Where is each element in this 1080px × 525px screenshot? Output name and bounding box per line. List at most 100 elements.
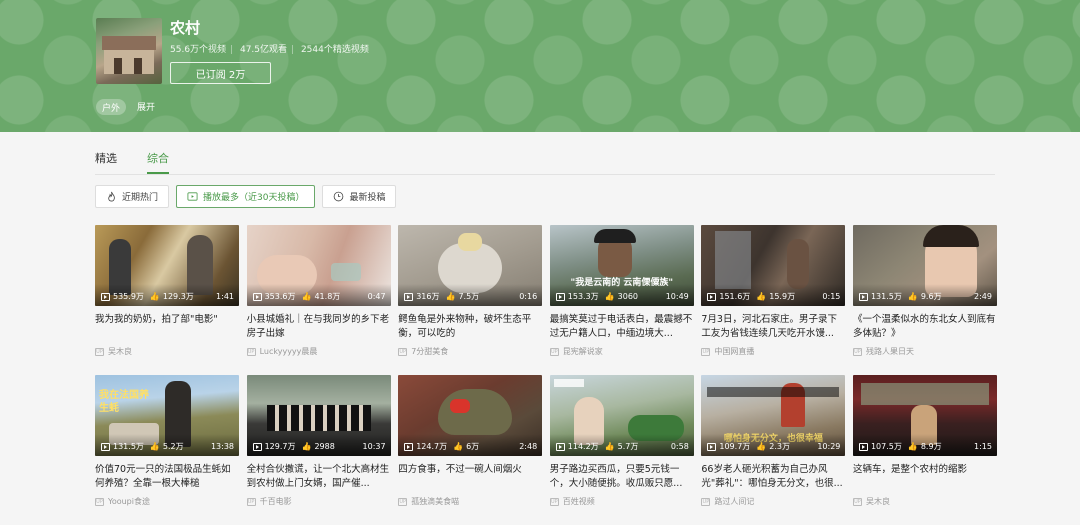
video-thumbnail[interactable]: 316万 👍 7.5万 0:16 xyxy=(398,225,543,306)
video-card[interactable]: 114.2万 👍 5.7万 0:58 男子路边买西瓜，只要5元钱一个，大小随便挑。收瓜… xyxy=(549,375,694,525)
author-name: 7分甜美食 xyxy=(411,347,449,356)
video-card[interactable]: 129.7万 👍 2988 10:37 全村合伙撒谎，让一个北大高材生到农村做上门女婿… xyxy=(246,375,391,525)
video-thumbnail[interactable]: 535.9万 👍 129.3万 1:41 xyxy=(95,225,239,306)
video-thumbnail[interactable]: "我是云南的 云南傈僳族" 153.3万 👍 3060 10:49 xyxy=(549,225,694,306)
play-count-icon xyxy=(555,442,565,451)
video-author[interactable]: UP 残路人果日天 xyxy=(852,346,997,357)
filter-recent-hot[interactable]: 近期热门 xyxy=(95,185,170,208)
duration: 1:15 xyxy=(974,442,992,451)
video-card[interactable]: 哪怕身无分文，也很幸福 109.7万👍2.3万10:29 66岁老人砸光积蓄为自… xyxy=(701,375,846,525)
video-card[interactable]: 535.9万 👍 129.3万 1:41 我为我的奶奶，拍了部"电影" UP 吴木良 xyxy=(95,225,239,375)
video-author[interactable]: UP Yooupi食途 xyxy=(95,496,239,507)
video-count: 55.6万个视频 xyxy=(170,45,227,55)
video-author[interactable]: UP 昆宪解说家 xyxy=(549,346,694,357)
like-count: 3060 xyxy=(617,292,639,301)
video-card[interactable]: 151.6万 👍 15.9万 0:15 7月3日，河北石家庄。男子录下工友为省钱连续几… xyxy=(701,225,846,375)
video-author[interactable]: UP 7分甜美食 xyxy=(398,346,542,357)
video-grid: 535.9万 👍 129.3万 1:41 我为我的奶奶，拍了部"电影" UP 吴木良 3… xyxy=(95,225,998,525)
play-count-icon xyxy=(707,442,717,451)
video-card[interactable]: 107.5万 👍 8.9万 1:15 这辆车，是整个农村的缩影 UP 吴木良 xyxy=(852,375,997,525)
subscribe-button[interactable]: 已订阅 2万 xyxy=(170,62,271,84)
view-count: 151.6万 xyxy=(719,292,751,301)
video-title[interactable]: 7月3日，河北石家庄。男子录下工友为省钱连续几天吃开水馒... xyxy=(701,313,845,341)
video-author[interactable]: UP Luckyyyyy晨晨 xyxy=(246,346,391,357)
video-title[interactable]: 价值70元一只的法国极品生蚝如何养殖？全靠一根大棒槌 xyxy=(95,463,239,491)
uploader-icon: UP xyxy=(701,347,711,356)
filter-label: 近期热门 xyxy=(122,193,159,203)
duration: 0:47 xyxy=(367,292,386,301)
video-title[interactable]: 最搞笑莫过于电话表白，最震撼不过无户籍人口，中缅边境大... xyxy=(550,313,694,341)
video-card[interactable]: 353.6万 👍 41.8万 0:47 小县城婚礼｜在与我同岁的乡下老房子出嫁 UP L… xyxy=(246,225,391,375)
like-count: 9.6万 xyxy=(920,292,942,301)
video-author[interactable]: UP 千百电影 xyxy=(246,496,391,507)
video-title[interactable]: 四方食事，不过一碗人间烟火 xyxy=(398,463,542,491)
video-title[interactable]: 小县城婚礼｜在与我同岁的乡下老房子出嫁 xyxy=(247,313,391,341)
header-pattern-secondary xyxy=(0,0,1080,132)
clock-icon xyxy=(334,191,344,202)
view-count: 353.6万 xyxy=(264,292,296,301)
tab-featured[interactable]: 精选 xyxy=(95,150,117,174)
tab-bar: 精选 综合 xyxy=(95,150,169,174)
view-count: 107.5万 xyxy=(870,442,902,451)
video-card[interactable]: 316万 👍 7.5万 0:16 鳄鱼龟是外来物种，破坏生态平衡，可以吃的 UP 7分甜… xyxy=(398,225,543,375)
tab-divider xyxy=(95,174,995,175)
play-count-icon xyxy=(707,292,717,301)
play-box-icon xyxy=(187,192,198,201)
view-count: 114.2万 xyxy=(567,442,599,451)
video-thumbnail[interactable]: 131.5万 👍 9.6万 2:49 xyxy=(852,225,997,306)
thumbs-up-icon: 👍 xyxy=(149,442,160,451)
filter-latest[interactable]: 最新投稿 xyxy=(322,185,397,208)
like-count: 41.8万 xyxy=(314,292,341,301)
video-title[interactable]: 《一个温柔似水的东北女人到底有多体贴？》 xyxy=(853,313,997,341)
video-thumbnail[interactable]: 151.6万 👍 15.9万 0:15 xyxy=(701,225,846,306)
duration: 10:37 xyxy=(362,442,386,451)
video-author[interactable]: UP 吴木良 xyxy=(95,346,239,357)
author-name: Luckyyyyy晨晨 xyxy=(259,347,318,356)
video-card[interactable]: 131.5万 👍 9.6万 2:49 《一个温柔似水的东北女人到底有多体贴？》 UP 残… xyxy=(852,225,997,375)
uploader-icon: UP xyxy=(852,497,862,506)
duration: 13:38 xyxy=(210,442,234,451)
like-count: 2.3万 xyxy=(769,442,790,451)
thumbs-up-icon: 👍 xyxy=(149,292,160,301)
duration: 0:15 xyxy=(822,292,841,301)
play-count-icon xyxy=(252,292,262,301)
view-count: 153.3万 xyxy=(567,292,599,301)
author-name: 残路人果日天 xyxy=(865,347,914,356)
video-card[interactable]: "我是云南的 云南傈僳族" 153.3万 👍 3060 10:49 最搞笑莫过于电话表… xyxy=(549,225,694,375)
video-thumbnail[interactable]: 353.6万 👍 41.8万 0:47 xyxy=(246,225,391,306)
author-name: 孤独滴美食喵 xyxy=(411,497,460,506)
video-author[interactable]: UP 百姓视频 xyxy=(549,496,694,507)
like-count: 5.2万 xyxy=(162,442,184,451)
category-tag[interactable]: 户外 xyxy=(96,99,127,115)
video-card[interactable]: 124.7万 👍 6万 2:48 四方食事，不过一碗人间烟火 UP 孤独滴美食喵 xyxy=(398,375,543,525)
like-count: 15.9万 xyxy=(769,292,796,301)
filter-most-played[interactable]: 播放最多（近30天投稿） xyxy=(176,185,316,208)
video-title[interactable]: 鳄鱼龟是外来物种，破坏生态平衡，可以吃的 xyxy=(398,313,542,341)
view-count: 124.7万 xyxy=(416,442,448,451)
thumbs-up-icon: 👍 xyxy=(907,442,918,451)
tab-comprehensive[interactable]: 综合 xyxy=(147,150,169,174)
video-title[interactable]: 全村合伙撒谎，让一个北大高材生到农村做上门女婿，国产催... xyxy=(247,463,391,491)
expand-button[interactable]: 展开 xyxy=(137,100,155,113)
duration: 0:58 xyxy=(670,442,689,451)
video-author[interactable]: UP 路过人间记 xyxy=(701,496,845,507)
video-thumbnail[interactable]: 哪怕身无分文，也很幸福 109.7万👍2.3万10:29 xyxy=(701,375,846,456)
play-count-icon xyxy=(101,292,110,301)
video-thumbnail[interactable]: 我在法国养生蚝 131.5万 👍 5.2万 13:38 xyxy=(95,375,239,456)
video-title[interactable]: 这辆车，是整个农村的缩影 xyxy=(853,463,997,491)
view-count: 47.5亿观看 xyxy=(239,45,288,55)
video-author[interactable]: UP 孤独滴美食喵 xyxy=(398,496,542,507)
view-count: 131.5万 xyxy=(870,292,902,301)
thumbs-up-icon: 👍 xyxy=(756,442,767,451)
video-thumbnail[interactable]: 124.7万 👍 6万 2:48 xyxy=(398,375,543,456)
video-thumbnail[interactable]: 107.5万 👍 8.9万 1:15 xyxy=(852,375,997,456)
video-author[interactable]: UP 中国网直播 xyxy=(701,346,845,357)
video-title[interactable]: 男子路边买西瓜，只要5元钱一个，大小随便挑。收瓜贩只愿... xyxy=(550,463,694,491)
video-title[interactable]: 我为我的奶奶，拍了部"电影" xyxy=(95,313,239,341)
video-title[interactable]: 66岁老人砸光积蓄为自己办风光"葬礼"：哪怕身无分文，也很... xyxy=(701,463,845,491)
video-author[interactable]: UP 吴木良 xyxy=(852,496,997,507)
video-thumbnail[interactable]: 114.2万 👍 5.7万 0:58 xyxy=(549,375,694,456)
like-count: 2988 xyxy=(314,442,335,451)
video-card[interactable]: 我在法国养生蚝 131.5万 👍 5.2万 13:38 价值70元一只的法国极品生蚝如… xyxy=(95,375,239,525)
video-thumbnail[interactable]: 129.7万 👍 2988 10:37 xyxy=(246,375,391,456)
